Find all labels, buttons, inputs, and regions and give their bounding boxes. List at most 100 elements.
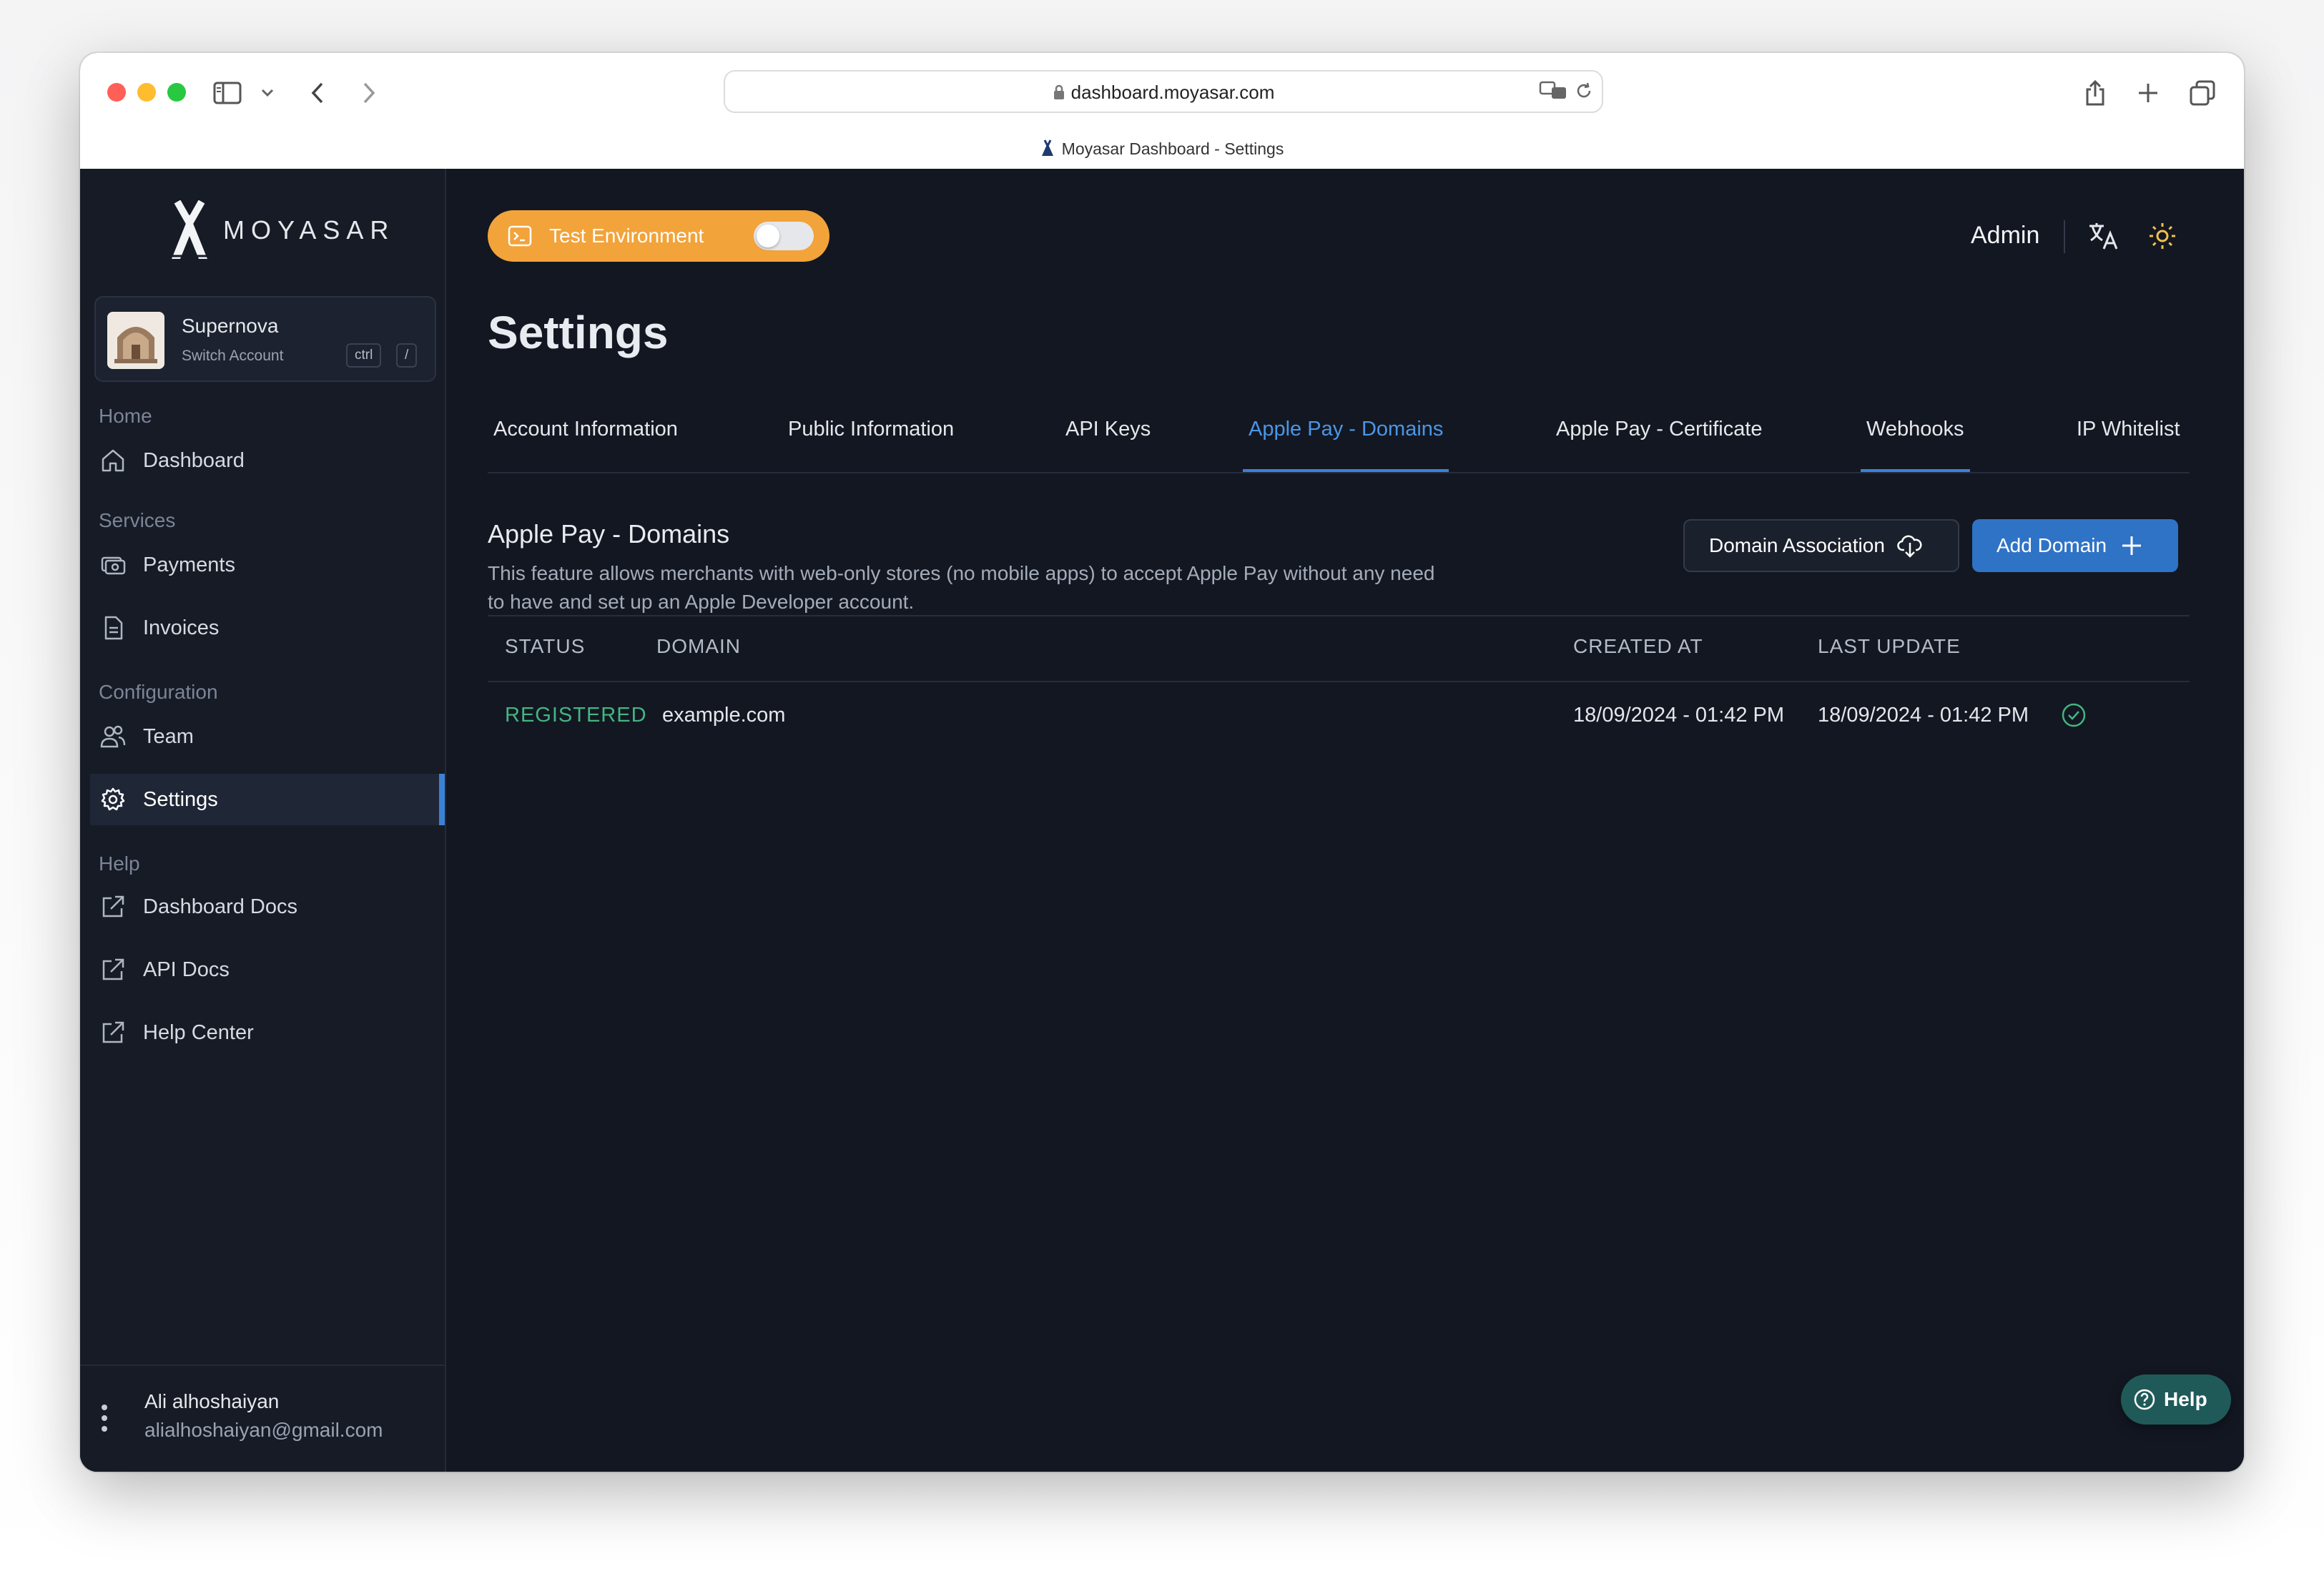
moyasar-logo[interactable]: MOYASAR [166,200,395,260]
sidebar-toggle-icon[interactable] [212,77,243,109]
terminal-icon [506,222,533,250]
switch-account-label: Switch Account [182,348,284,364]
help-button[interactable]: Help [2121,1374,2231,1425]
chevron-down-icon[interactable] [252,77,283,109]
url: dashboard.moyasar.com [1070,82,1275,103]
section-label-help: Help [99,852,140,875]
tab-ip-whitelist[interactable]: IP Whitelist [2077,405,2180,471]
column-header-domain: DOMAIN [656,635,741,657]
sidebar-item-api-docs[interactable]: API Docs [90,944,443,995]
minimize-window-button[interactable] [137,83,156,102]
share-icon[interactable] [2079,77,2111,109]
section-label-services: Services [99,509,176,531]
tab-apple-pay-certificate[interactable]: Apple Pay - Certificate [1556,405,1763,471]
browser-toolbar: dashboard.moyasar.com Moyasar Dashboard … [80,53,2244,170]
user-menu-icon[interactable] [102,1405,109,1437]
page-title: Settings [488,307,669,358]
tab-api-keys[interactable]: API Keys [1065,405,1151,471]
last-update-cell: 18/09/2024 - 01:42 PM [1818,704,2029,727]
app: MOYASAR Supernova Switch Account ctrl / [80,169,2244,1472]
header-divider [2064,220,2065,253]
lock-icon [1053,83,1065,105]
sidebar-item-label: Team [143,724,194,748]
logo-text: MOYASAR [223,215,395,245]
home-icon [99,446,127,475]
user-profile: Ali alhoshaiyan alialhoshaiyan@gmail.com [80,1364,445,1472]
account-name: Supernova [182,315,279,337]
sidebar-item-label: Settings [143,787,218,811]
sidebar-item-label: Invoices [143,616,220,639]
back-arrow-icon[interactable] [302,77,333,109]
sidebar-item-label: Dashboard Docs [143,895,297,918]
gear-icon [99,785,127,814]
add-domain-button[interactable]: Add Domain [1972,519,2178,572]
payments-icon [99,551,127,579]
moyasar-logo-icon [170,200,209,259]
table-header: STATUS DOMAIN CREATED AT LAST UPDATE [488,615,2190,682]
browser-tab-title[interactable]: Moyasar Dashboard - Settings [80,139,2244,162]
sidebar-item-label: Payments [143,553,235,576]
account-switcher[interactable]: Supernova Switch Account ctrl / [94,296,436,382]
admin-label[interactable]: Admin [1971,222,2039,250]
domain-cell: example.com [662,704,786,727]
user-name: Ali alhoshaiyan [144,1390,280,1412]
account-avatar [107,312,164,369]
active-indicator [439,774,445,825]
external-link-icon [99,1018,127,1047]
sidebar: MOYASAR Supernova Switch Account ctrl / [80,169,446,1472]
created-at-cell: 18/09/2024 - 01:42 PM [1573,704,1785,727]
language-translate-icon[interactable] [2087,219,2121,253]
plus-icon [2118,532,2145,559]
sidebar-item-payments[interactable]: Payments [90,539,443,591]
sidebar-item-team[interactable]: Team [90,711,443,762]
test-environment-switch[interactable] [754,222,814,250]
test-environment-toggle[interactable]: Test Environment [488,210,829,262]
sidebar-item-settings[interactable]: Settings [90,774,445,825]
reload-icon[interactable] [1575,82,1593,104]
external-link-icon [99,892,127,921]
column-header-created-at: CREATED AT [1573,635,1703,657]
check-circle-icon [2061,702,2087,734]
table-row[interactable]: REGISTERED example.com 18/09/2024 - 01:4… [488,681,2190,755]
tab-webhooks[interactable]: Webhooks [1861,405,1970,472]
settings-tabs: Account Information Public Information A… [488,405,2190,473]
section-title: Apple Pay - Domains [488,519,730,549]
address-bar[interactable]: dashboard.moyasar.com [724,70,1603,113]
forward-arrow-icon[interactable] [353,77,385,109]
domain-association-button[interactable]: Domain Association [1683,519,1959,572]
shortcut-key-slash: / [396,343,418,368]
sidebar-item-dashboard[interactable]: Dashboard [90,435,443,486]
sidebar-item-help-center[interactable]: Help Center [90,1007,443,1058]
sidebar-item-invoices[interactable]: Invoices [90,602,443,654]
tab-account-information[interactable]: Account Information [493,405,678,471]
close-window-button[interactable] [107,83,126,102]
translate-page-icon[interactable] [1539,80,1567,105]
tab-apple-pay-domains[interactable]: Apple Pay - Domains [1243,405,1449,472]
team-icon [99,722,127,751]
window-controls [107,83,186,102]
maximize-window-button[interactable] [167,83,186,102]
add-domain-label: Add Domain [1996,534,2107,556]
column-header-last-update: LAST UPDATE [1818,635,1961,657]
sun-theme-icon[interactable] [2145,219,2180,253]
column-header-status: STATUS [505,635,586,657]
invoice-icon [99,614,127,642]
user-email: alialhoshaiyan@gmail.com [144,1419,383,1441]
sidebar-item-dashboard-docs[interactable]: Dashboard Docs [90,881,443,933]
tab-public-information[interactable]: Public Information [788,405,954,471]
status-badge: REGISTERED [505,704,647,727]
url-text: dashboard.moyasar.com [725,82,1602,105]
sidebar-item-label: Dashboard [143,448,245,472]
section-label-configuration: Configuration [99,681,218,703]
moyasar-favicon-icon [1040,139,1055,162]
section-label-home: Home [99,405,152,427]
cloud-download-icon [1896,532,1924,559]
sidebar-item-label: Help Center [143,1020,254,1044]
shortcut-key-ctrl: ctrl [346,343,382,368]
sidebar-item-label: API Docs [143,958,230,981]
question-circle-icon [2132,1387,2157,1412]
new-tab-icon[interactable] [2132,77,2164,109]
test-environment-label: Test Environment [549,225,704,247]
external-link-icon [99,955,127,984]
tab-overview-icon[interactable] [2187,77,2218,109]
